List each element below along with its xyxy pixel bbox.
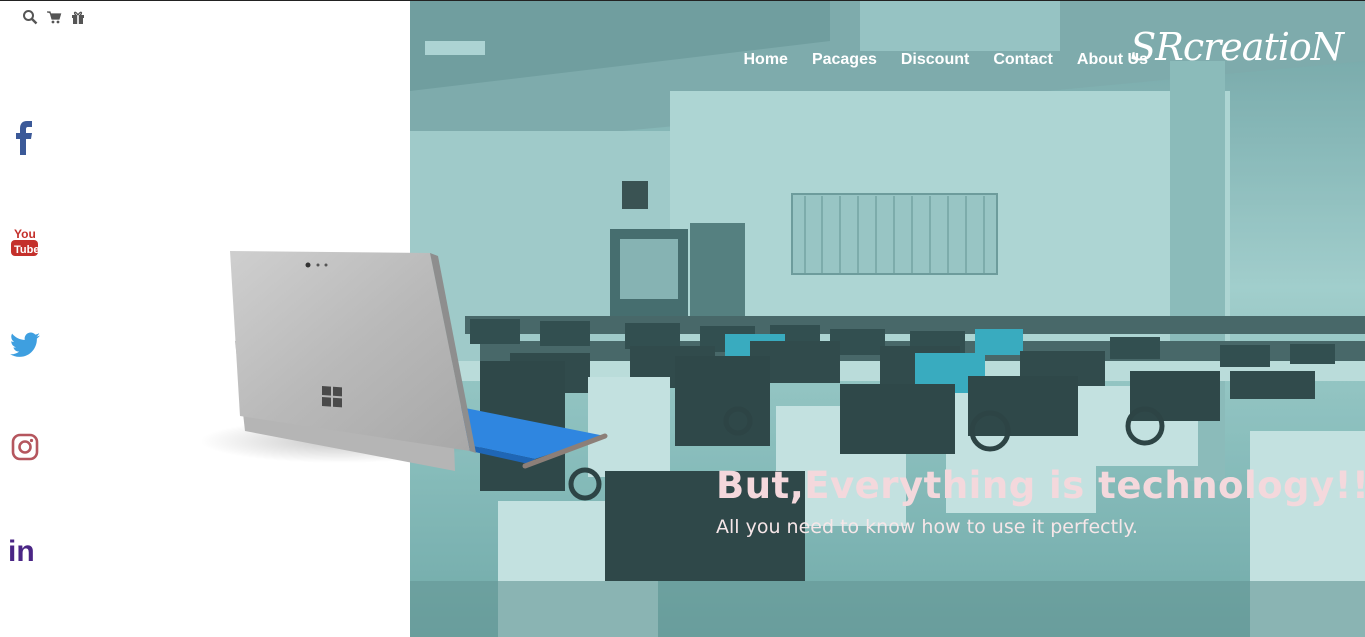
youtube-icon[interactable]: You Tube: [8, 225, 42, 259]
hero-headline: But,Everything is technology!!!: [716, 464, 1365, 507]
hero-subline: All you need to know how to use it perfe…: [716, 516, 1138, 538]
youtube-text-bottom: Tube: [14, 244, 39, 256]
instagram-icon[interactable]: [8, 430, 42, 464]
gift-icon[interactable]: [70, 9, 86, 25]
nav-home[interactable]: Home: [743, 51, 787, 69]
nav-discount[interactable]: Discount: [901, 51, 969, 69]
twitter-icon[interactable]: [8, 328, 42, 362]
linkedin-text: in: [8, 535, 35, 565]
facebook-icon[interactable]: [8, 121, 42, 155]
youtube-text-top: You: [14, 227, 36, 241]
tablet-product-image: [200, 251, 608, 471]
nav-contact[interactable]: Contact: [993, 51, 1053, 69]
search-icon[interactable]: [22, 9, 38, 25]
brand-logo[interactable]: SRcreatioN: [1130, 25, 1344, 69]
cart-icon[interactable]: [46, 9, 62, 25]
linkedin-icon[interactable]: in: [8, 533, 42, 567]
utility-bar: [22, 9, 86, 25]
main-nav: Home Pacages Discount Contact About Us: [743, 51, 1148, 69]
nav-packages[interactable]: Pacages: [812, 51, 877, 69]
